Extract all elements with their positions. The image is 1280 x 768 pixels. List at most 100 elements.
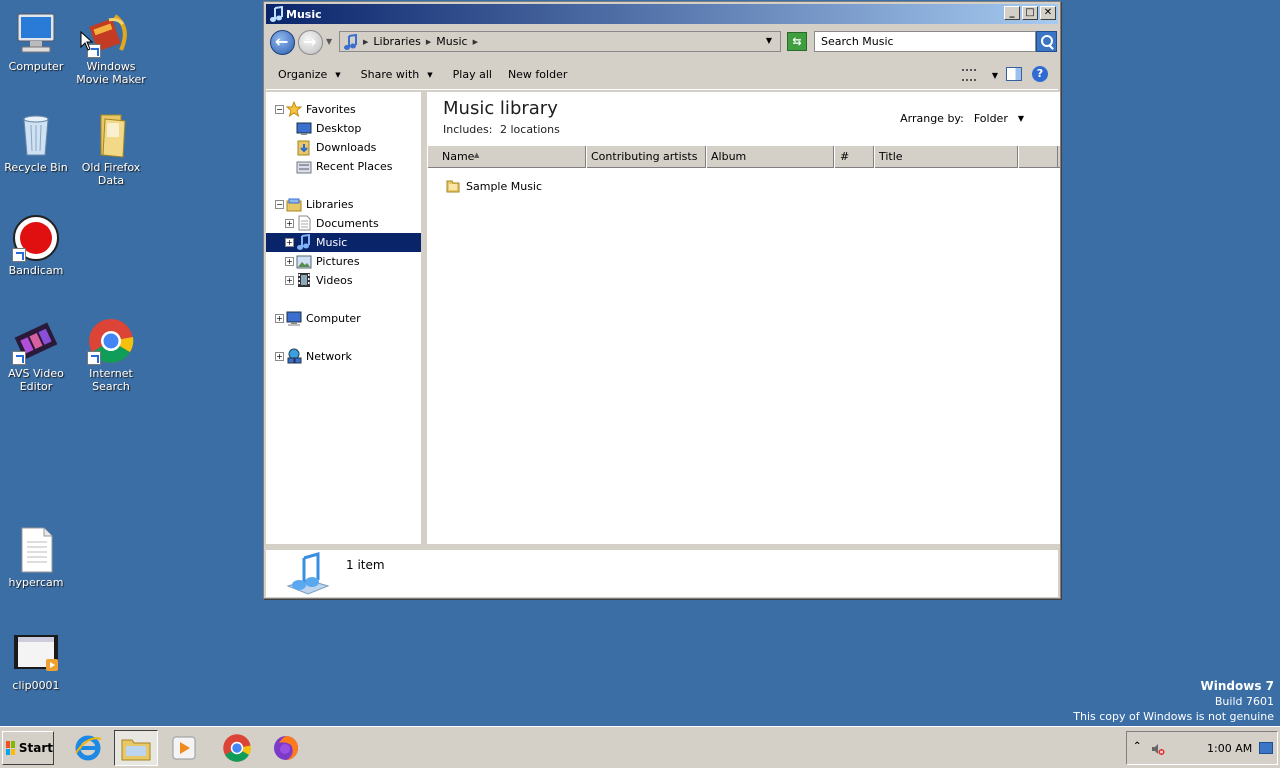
new-folder-button[interactable]: New folder	[508, 68, 567, 81]
list-item[interactable]: Sample Music	[445, 178, 542, 194]
item-name: Sample Music	[466, 179, 543, 193]
watermark-os-name: Windows 7	[1200, 679, 1274, 693]
expand-icon[interactable]: +	[285, 238, 294, 247]
chevron-down-icon: ▼	[427, 70, 433, 79]
back-button[interactable]	[270, 30, 295, 55]
share-with-label: Share with	[360, 68, 420, 81]
network-icon	[287, 348, 302, 364]
chevron-down-icon: ▼	[335, 70, 341, 79]
details-pane: 1 item	[266, 547, 1058, 597]
column-header-number[interactable]: #	[834, 146, 874, 168]
help-icon[interactable]: ?	[1032, 66, 1048, 82]
shortcut-arrow-icon	[12, 248, 26, 262]
window-title: Music	[286, 7, 322, 21]
watermark-build: Build 7601	[1214, 695, 1274, 708]
expand-icon[interactable]: +	[275, 314, 284, 323]
column-header-filler	[1018, 146, 1058, 168]
expand-icon[interactable]: +	[285, 276, 294, 285]
collapse-icon[interactable]: −	[275, 200, 284, 209]
desktop-icon-label: Internet Search	[89, 367, 133, 393]
desktop-icon-old-firefox-data[interactable]: Old Firefox Data	[73, 111, 149, 187]
breadcrumb-libraries[interactable]: Libraries	[373, 35, 421, 48]
show-hidden-icons-icon[interactable]: ⌃	[1133, 741, 1141, 752]
nav-item-computer[interactable]: + Computer	[266, 309, 421, 328]
speaker-muted-icon[interactable]	[1151, 742, 1165, 756]
nav-item-network[interactable]: + Network	[266, 347, 421, 366]
arrange-by-value[interactable]: Folder	[974, 112, 1008, 125]
arrange-by[interactable]: Arrange by: Folder ▼	[900, 112, 1024, 125]
desktop-icon-label: hypercam	[8, 576, 64, 589]
taskbar-windows-explorer[interactable]	[114, 730, 158, 766]
includes-locations-link[interactable]: 2 locations	[500, 123, 560, 136]
desktop-icon-computer[interactable]: Computer	[0, 10, 74, 73]
column-header-album[interactable]: Album	[706, 146, 834, 168]
breadcrumb-separator-icon[interactable]: ▶	[363, 38, 368, 46]
movie-maker-icon	[87, 10, 135, 58]
title-bar[interactable]: Music _ □ ✕	[266, 4, 1058, 24]
nav-label: Computer	[306, 312, 361, 325]
close-button[interactable]: ✕	[1040, 6, 1056, 20]
view-dropdown-icon[interactable]: ▼	[992, 71, 998, 80]
column-header-title[interactable]: Title	[874, 146, 1018, 168]
view-options-icon[interactable]	[961, 69, 976, 81]
collapse-icon[interactable]: −	[275, 105, 284, 114]
address-bar[interactable]: ▶ Libraries ▶ Music ▶ ▼	[339, 31, 781, 52]
address-row: ▼ ▶ Libraries ▶ Music ▶ ▼ ⇆ Search Music	[266, 26, 1058, 58]
play-all-button[interactable]: Play all	[453, 68, 492, 81]
search-input[interactable]: Search Music	[814, 31, 1036, 52]
libraries-icon	[286, 198, 302, 212]
nav-item-documents[interactable]: + Documents	[266, 214, 421, 233]
chevron-down-icon[interactable]: ▼	[1018, 114, 1024, 123]
taskbar-firefox[interactable]	[264, 730, 308, 766]
maximize-button[interactable]: □	[1022, 6, 1038, 20]
nav-item-favorites[interactable]: − Favorites	[266, 100, 421, 119]
pictures-icon	[296, 255, 312, 269]
desktop-icon-hypercam[interactable]: hypercam	[0, 526, 74, 589]
nav-item-music[interactable]: + Music	[266, 233, 421, 252]
address-dropdown-icon[interactable]: ▼	[766, 36, 772, 45]
desktop-icon-clip0001[interactable]: clip0001	[0, 629, 74, 692]
chrome-icon	[87, 317, 135, 365]
share-with-menu[interactable]: Share with ▼	[361, 68, 433, 81]
clock[interactable]: 1:00 AM	[1207, 742, 1252, 755]
expand-icon[interactable]: +	[275, 352, 284, 361]
search-icon[interactable]	[1036, 31, 1057, 52]
recent-places-icon	[296, 161, 312, 174]
column-header-name[interactable]: Name ▲	[427, 146, 586, 168]
show-desktop-icon[interactable]	[1259, 742, 1273, 754]
desktop-icon-bandicam[interactable]: Bandicam	[0, 214, 74, 277]
recent-pages-dropdown-icon[interactable]: ▼	[326, 37, 332, 46]
breadcrumb-music[interactable]: Music	[436, 35, 467, 48]
taskbar-media-player[interactable]	[162, 730, 206, 766]
nav-item-downloads[interactable]: Downloads	[266, 138, 421, 157]
desktop-icon-label: AVS Video Editor	[8, 367, 64, 393]
nav-label: Music	[316, 236, 348, 249]
desktop-icon-recycle-bin[interactable]: Recycle Bin	[0, 111, 74, 174]
nav-item-libraries[interactable]: − Libraries	[266, 195, 421, 214]
nav-item-desktop[interactable]: Desktop	[266, 119, 421, 138]
taskbar-chrome[interactable]	[215, 730, 259, 766]
film-strip-icon	[12, 317, 60, 365]
breadcrumb-separator-icon[interactable]: ▶	[426, 38, 431, 46]
text-file-icon	[12, 526, 60, 574]
minimize-button[interactable]: _	[1004, 6, 1020, 20]
organize-menu[interactable]: Organize ▼	[278, 68, 341, 81]
desktop-icon-internet-search[interactable]: Internet Search	[73, 317, 149, 393]
preview-pane-icon[interactable]	[1006, 67, 1022, 81]
column-header-contributing-artists[interactable]: Contributing artists	[586, 146, 706, 168]
refresh-button[interactable]: ⇆	[787, 32, 807, 51]
videos-icon	[298, 273, 310, 287]
star-icon	[286, 101, 302, 117]
nav-item-pictures[interactable]: + Pictures	[266, 252, 421, 271]
expand-icon[interactable]: +	[285, 257, 294, 266]
music-note-icon	[297, 234, 310, 250]
desktop-icon-avs-video-editor[interactable]: AVS Video Editor	[0, 317, 74, 393]
start-button[interactable]: Start	[2, 731, 54, 765]
nav-item-recent-places[interactable]: Recent Places	[266, 157, 421, 176]
taskbar-internet-explorer[interactable]	[66, 730, 110, 766]
expand-icon[interactable]: +	[285, 219, 294, 228]
breadcrumb-separator-icon[interactable]: ▶	[473, 38, 478, 46]
forward-button[interactable]	[298, 30, 323, 55]
nav-item-videos[interactable]: + Videos	[266, 271, 421, 290]
library-title: Music library	[443, 98, 558, 119]
